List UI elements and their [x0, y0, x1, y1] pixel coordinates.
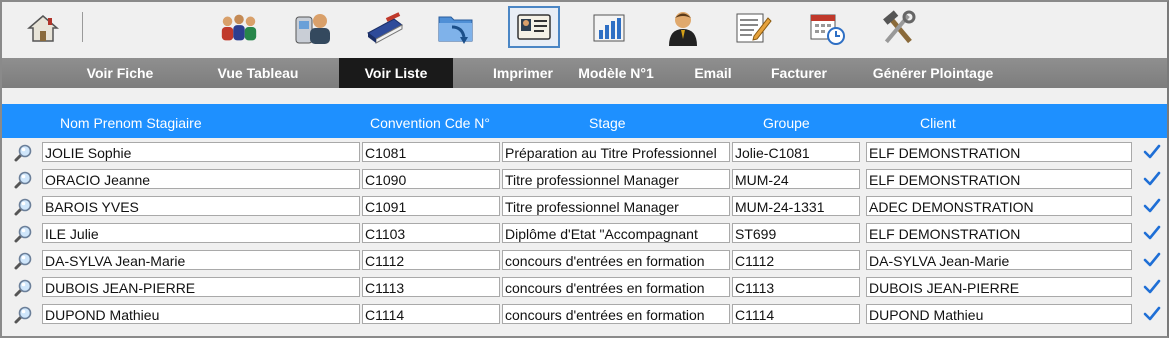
group-icon[interactable]	[218, 8, 260, 48]
column-header-convention: Convention Cde N°	[370, 115, 490, 131]
checkmark-icon[interactable]	[1143, 143, 1161, 161]
home-icon[interactable]	[22, 8, 64, 48]
field-client[interactable]: DUBOIS JEAN-PIERRE	[866, 277, 1132, 297]
field-nom[interactable]: JOLIE Sophie	[42, 142, 360, 162]
table-row: BAROIS YVES C1091 Titre professionnel Ma…	[2, 192, 1167, 219]
field-groupe[interactable]: C1112	[732, 250, 860, 270]
field-stage[interactable]: Préparation au Titre Professionnel	[502, 142, 730, 162]
field-client[interactable]: ELF DEMONSTRATION	[866, 223, 1132, 243]
table-row: DA-SYLVA Jean-Marie C1112 concours d'ent…	[2, 246, 1167, 273]
table-row: DUBOIS JEAN-PIERRE C1113 concours d'entr…	[2, 273, 1167, 300]
table-row: JOLIE Sophie C1081 Préparation au Titre …	[2, 138, 1167, 165]
field-client[interactable]: ELF DEMONSTRATION	[866, 142, 1132, 162]
field-convention[interactable]: C1103	[362, 223, 500, 243]
table-header: Nom Prenom Stagiaire Convention Cde N° S…	[2, 104, 1167, 138]
checkmark-icon[interactable]	[1143, 224, 1161, 242]
checkmark-icon[interactable]	[1143, 251, 1161, 269]
table-row: ILE Julie C1103 Diplôme d'Etat "Accompag…	[2, 219, 1167, 246]
tools-icon[interactable]	[878, 8, 920, 48]
menu-facturer[interactable]: Facturer	[758, 58, 840, 88]
app-window: Voir Fiche Vue Tableau Voir Liste Imprim…	[0, 0, 1169, 338]
field-stage[interactable]: concours d'entrées en formation	[502, 277, 730, 297]
magnifier-icon[interactable]	[13, 143, 33, 163]
field-groupe[interactable]: ST699	[732, 223, 860, 243]
field-groupe[interactable]: MUM-24-1331	[732, 196, 860, 216]
field-convention[interactable]: C1081	[362, 142, 500, 162]
field-convention[interactable]: C1114	[362, 304, 500, 324]
magnifier-icon[interactable]	[13, 170, 33, 190]
field-stage[interactable]: concours d'entrées en formation	[502, 304, 730, 324]
book-icon[interactable]	[364, 8, 406, 48]
magnifier-icon[interactable]	[13, 224, 33, 244]
person-icon[interactable]	[662, 8, 704, 48]
column-header-groupe: Groupe	[763, 115, 810, 131]
field-nom[interactable]: DUBOIS JEAN-PIERRE	[42, 277, 360, 297]
menu-email[interactable]: Email	[682, 58, 744, 88]
toolbar	[2, 2, 1167, 56]
contact-phone-icon[interactable]	[292, 8, 334, 48]
spacer	[2, 88, 1167, 104]
field-convention[interactable]: C1113	[362, 277, 500, 297]
field-stage[interactable]: Diplôme d'Etat "Accompagnant	[502, 223, 730, 243]
magnifier-icon[interactable]	[13, 305, 33, 325]
field-client[interactable]: ADEC DEMONSTRATION	[866, 196, 1132, 216]
field-groupe[interactable]: Jolie-C1081	[732, 142, 860, 162]
menu-generer-plointage[interactable]: Générer Plointage	[858, 58, 1008, 88]
field-stage[interactable]: concours d'entrées en formation	[502, 250, 730, 270]
menu-vue-tableau[interactable]: Vue Tableau	[202, 58, 314, 88]
field-nom[interactable]: DA-SYLVA Jean-Marie	[42, 250, 360, 270]
toolbar-separator	[82, 12, 83, 42]
bar-chart-icon[interactable]	[588, 8, 630, 48]
field-convention[interactable]: C1091	[362, 196, 500, 216]
checkmark-icon[interactable]	[1143, 170, 1161, 188]
id-card-icon[interactable]	[508, 6, 560, 48]
calendar-clock-icon[interactable]	[806, 8, 848, 48]
field-client[interactable]: ELF DEMONSTRATION	[866, 169, 1132, 189]
menu-imprimer[interactable]: Imprimer	[480, 58, 566, 88]
checkmark-icon[interactable]	[1143, 197, 1161, 215]
field-stage[interactable]: Titre professionnel Manager	[502, 196, 730, 216]
menu-modele-n1[interactable]: Modèle N°1	[568, 58, 664, 88]
menu-bar: Voir Fiche Vue Tableau Voir Liste Imprim…	[2, 58, 1167, 88]
checkmark-icon[interactable]	[1143, 278, 1161, 296]
column-header-nom: Nom Prenom Stagiaire	[60, 115, 202, 131]
table-row: ORACIO Jeanne C1090 Titre professionnel …	[2, 165, 1167, 192]
field-nom[interactable]: ILE Julie	[42, 223, 360, 243]
magnifier-icon[interactable]	[13, 251, 33, 271]
folder-import-icon[interactable]	[436, 8, 478, 48]
column-header-client: Client	[920, 115, 956, 131]
notepad-edit-icon[interactable]	[732, 8, 774, 48]
magnifier-icon[interactable]	[13, 197, 33, 217]
field-groupe[interactable]: MUM-24	[732, 169, 860, 189]
menu-voir-fiche[interactable]: Voir Fiche	[66, 58, 174, 88]
table-row: DUPOND Mathieu C1114 concours d'entrées …	[2, 300, 1167, 327]
menu-voir-liste[interactable]: Voir Liste	[339, 58, 453, 88]
field-groupe[interactable]: C1114	[732, 304, 860, 324]
field-convention[interactable]: C1112	[362, 250, 500, 270]
field-nom[interactable]: BAROIS YVES	[42, 196, 360, 216]
field-client[interactable]: DUPOND Mathieu	[866, 304, 1132, 324]
field-convention[interactable]: C1090	[362, 169, 500, 189]
magnifier-icon[interactable]	[13, 278, 33, 298]
field-stage[interactable]: Titre professionnel Manager	[502, 169, 730, 189]
checkmark-icon[interactable]	[1143, 305, 1161, 323]
field-client[interactable]: DA-SYLVA Jean-Marie	[866, 250, 1132, 270]
column-header-stage: Stage	[589, 115, 626, 131]
field-nom[interactable]: ORACIO Jeanne	[42, 169, 360, 189]
field-nom[interactable]: DUPOND Mathieu	[42, 304, 360, 324]
field-groupe[interactable]: C1113	[732, 277, 860, 297]
